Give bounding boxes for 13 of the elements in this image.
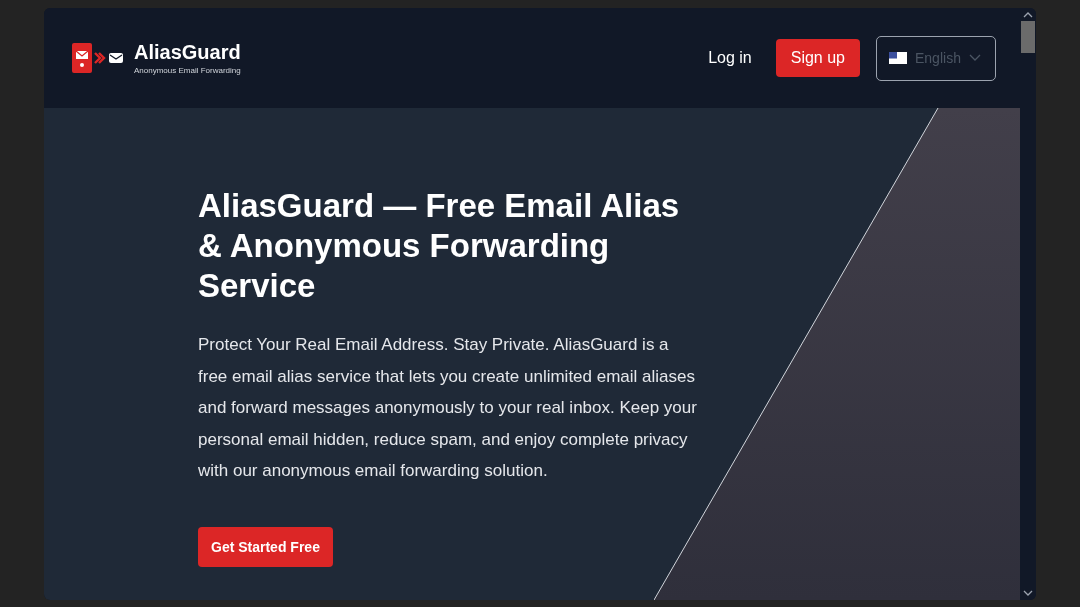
scroll-down-icon[interactable] <box>1023 589 1033 597</box>
brand-tagline: Anonymous Email Forwarding <box>134 66 241 75</box>
get-started-button[interactable]: Get Started Free <box>198 526 333 567</box>
signup-button[interactable]: Sign up <box>775 39 860 77</box>
hero-title: AliasGuard — Free Email Alias & Anonymous Forwarding Service <box>198 186 681 306</box>
login-link[interactable]: Log in <box>704 45 756 71</box>
scrollbar-thumb[interactable] <box>1021 21 1035 53</box>
flag-icon <box>889 52 907 64</box>
logo-icon <box>72 43 124 73</box>
chevron-down-icon <box>968 54 981 62</box>
hero-description: Protect Your Real Email Address. Stay Private. AliasGuard is a free email alias service that lets you create unlimited email aliases and forward messages anonymously to your real inbox. Keep your personal email hidden, reduce spam, and enjoy complete privacy with our anonymous email forwarding solution. <box>198 334 698 483</box>
brand-name: AliasGuard <box>134 41 241 64</box>
scroll-up-icon[interactable] <box>1023 11 1033 19</box>
